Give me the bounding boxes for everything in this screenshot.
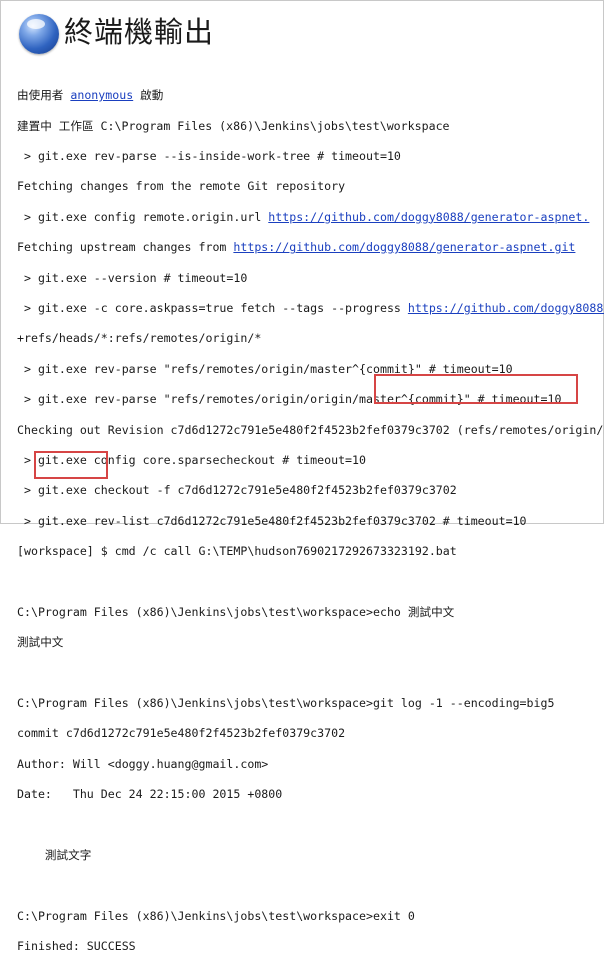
console-line: Date: Thu Dec 24 22:15:00 2015 +0800	[17, 787, 283, 802]
console-line: C:\Program Files (x86)\Jenkins\jobs\test…	[17, 604, 455, 619]
console-line: > git.exe -c core.askpass=true fetch --t…	[17, 301, 604, 316]
highlight-box-output	[34, 451, 108, 479]
console-line: > git.exe --version # timeout=10	[17, 270, 248, 285]
console-line: 測試文字	[17, 847, 92, 862]
console-line: > git.exe checkout -f c7d6d1272c791e5e48…	[17, 483, 457, 498]
console-line: 測試中文	[17, 635, 64, 650]
fetch-command: > git.exe -c core.askpass=true fetch --t…	[17, 300, 408, 315]
console-line: C:\Program Files (x86)\Jenkins\jobs\test…	[17, 908, 415, 923]
page-title: 終端機輸出	[64, 15, 215, 49]
started-by-line: 由使用者 anonymous 啟動	[17, 88, 604, 103]
console-line: Fetching upstream changes from https://g…	[17, 240, 604, 255]
console-line: [workspace] $ cmd /c call G:\TEMP\hudson…	[17, 544, 457, 559]
console-line: Author: Will <doggy.huang@gmail.com>	[17, 756, 269, 771]
globe-orb-icon	[19, 14, 59, 54]
fetch-upstream-text: Fetching upstream changes from	[17, 240, 234, 255]
started-suffix: 啟動	[133, 88, 164, 103]
console-line: Fetching changes from the remote Git rep…	[17, 179, 346, 194]
config-command: > git.exe config remote.origin.url	[17, 209, 269, 224]
started-prefix: 由使用者	[17, 88, 71, 103]
repo-url-link[interactable]: https://github.com/doggy8088/generator-a…	[268, 210, 589, 224]
user-link-anonymous[interactable]: anonymous	[70, 88, 133, 102]
console-output: 由使用者 anonymous 啟動 建置中 工作區 C:\Program Fil…	[17, 73, 604, 970]
repo-url-link-fetch[interactable]: https://github.com/doggy8088/generator-a…	[233, 240, 575, 254]
console-line: +refs/heads/*:refs/remotes/origin/*	[17, 331, 262, 346]
console-line: commit c7d6d1272c791e5e480f2f4523b2fef03…	[17, 726, 346, 741]
console-line: C:\Program Files (x86)\Jenkins\jobs\test…	[17, 696, 555, 711]
console-line: Finished: SUCCESS	[17, 939, 136, 954]
highlight-box-git-command	[374, 374, 578, 404]
console-line: 建置中 工作區 C:\Program Files (x86)\Jenkins\j…	[17, 118, 450, 133]
console-line: Checking out Revision c7d6d1272c791e5e48…	[17, 422, 604, 437]
console-line: > git.exe rev-list c7d6d1272c791e5e480f2…	[17, 513, 527, 528]
console-line: > git.exe rev-parse --is-inside-work-tre…	[17, 148, 401, 163]
console-line: > git.exe config remote.origin.url https…	[17, 210, 604, 225]
repo-url-link-fetch-args[interactable]: https://github.com/doggy8088/generator-a…	[408, 301, 604, 315]
